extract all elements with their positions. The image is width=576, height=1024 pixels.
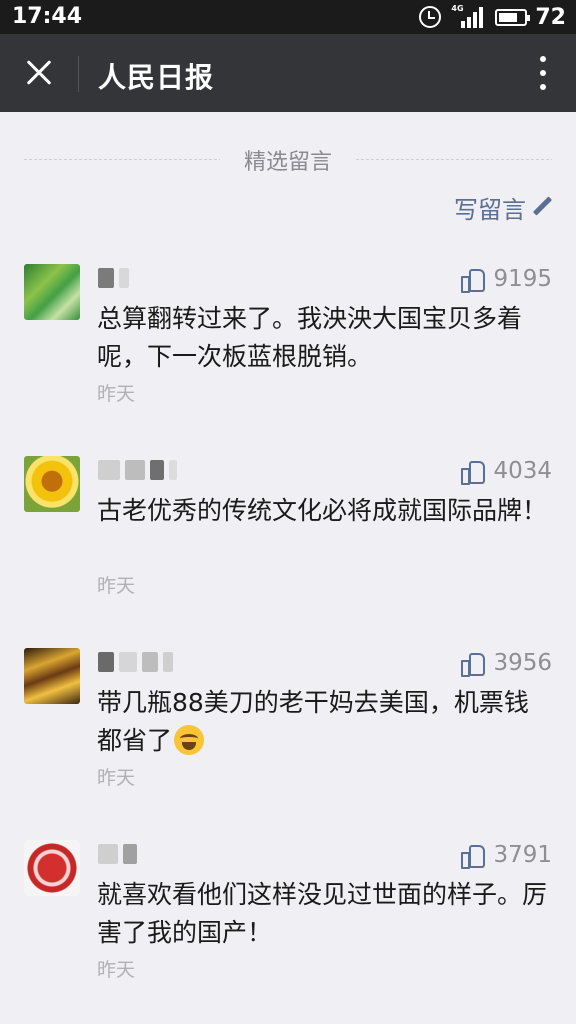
comment-text: 总算翻转过来了。我泱泱大国宝贝多着呢，下一次板蓝根脱销。 bbox=[97, 304, 523, 371]
thumb-up-icon bbox=[461, 268, 486, 293]
like-count: 3791 bbox=[493, 842, 552, 868]
avatar[interactable] bbox=[24, 648, 80, 704]
section-header: 精选留言 bbox=[24, 144, 552, 175]
battery-level: 72 bbox=[535, 4, 566, 30]
pencil-icon bbox=[532, 197, 552, 217]
comment-text-content: 带几瓶88美刀的老干妈去美国，机票钱都省了 bbox=[97, 688, 529, 755]
comment-text: 就喜欢看他们这样没见过世面的样子。厉害了我的国产！ bbox=[97, 880, 548, 947]
avatar[interactable] bbox=[24, 456, 80, 512]
close-icon[interactable] bbox=[20, 54, 58, 92]
nickname-blurred bbox=[98, 456, 208, 484]
thumb-up-icon bbox=[461, 844, 486, 869]
write-comment-button[interactable]: 写留言 bbox=[454, 192, 552, 224]
network-type: 4G bbox=[451, 4, 464, 13]
like-count: 9195 bbox=[493, 266, 552, 292]
status-bar: 17:44 4G 72 bbox=[0, 0, 576, 34]
comment-text: 带几瓶88美刀的老干妈去美国，机票钱都省了 bbox=[97, 684, 552, 760]
nickname-blurred bbox=[98, 264, 208, 292]
thumb-up-icon bbox=[461, 460, 486, 485]
thumb-up-icon bbox=[461, 652, 486, 677]
status-time: 17:44 bbox=[12, 4, 83, 29]
title-bar: 人民日报 bbox=[0, 34, 576, 112]
comment-text: 古老优秀的传统文化必将成就国际品牌！ bbox=[97, 496, 548, 525]
comment-time: 昨天 bbox=[97, 575, 136, 597]
alarm-icon bbox=[419, 6, 442, 28]
nickname-blurred bbox=[98, 648, 208, 676]
like-button[interactable]: 3956 bbox=[461, 648, 552, 678]
avatar[interactable] bbox=[24, 264, 80, 320]
laughing-tears-emoji-icon bbox=[174, 725, 205, 755]
battery-icon bbox=[495, 8, 531, 26]
write-comment-label: 写留言 bbox=[454, 195, 526, 224]
comment-time: 昨天 bbox=[97, 959, 136, 981]
avatar[interactable] bbox=[24, 840, 80, 896]
like-count: 4034 bbox=[493, 458, 552, 484]
like-button[interactable]: 9195 bbox=[461, 264, 552, 294]
signal-icon: 4G bbox=[451, 4, 484, 28]
like-count: 3956 bbox=[493, 650, 552, 676]
comment-time: 昨天 bbox=[97, 767, 136, 789]
nickname-blurred bbox=[98, 840, 208, 868]
comment-time: 昨天 bbox=[97, 383, 136, 405]
status-icons: 4G 72 bbox=[419, 3, 566, 31]
section-title: 精选留言 bbox=[243, 150, 332, 175]
page-title: 人民日报 bbox=[98, 61, 215, 94]
like-button[interactable]: 3791 bbox=[461, 840, 552, 870]
more-icon[interactable] bbox=[538, 56, 548, 92]
like-button[interactable]: 4034 bbox=[461, 456, 552, 486]
title-divider bbox=[78, 56, 79, 92]
